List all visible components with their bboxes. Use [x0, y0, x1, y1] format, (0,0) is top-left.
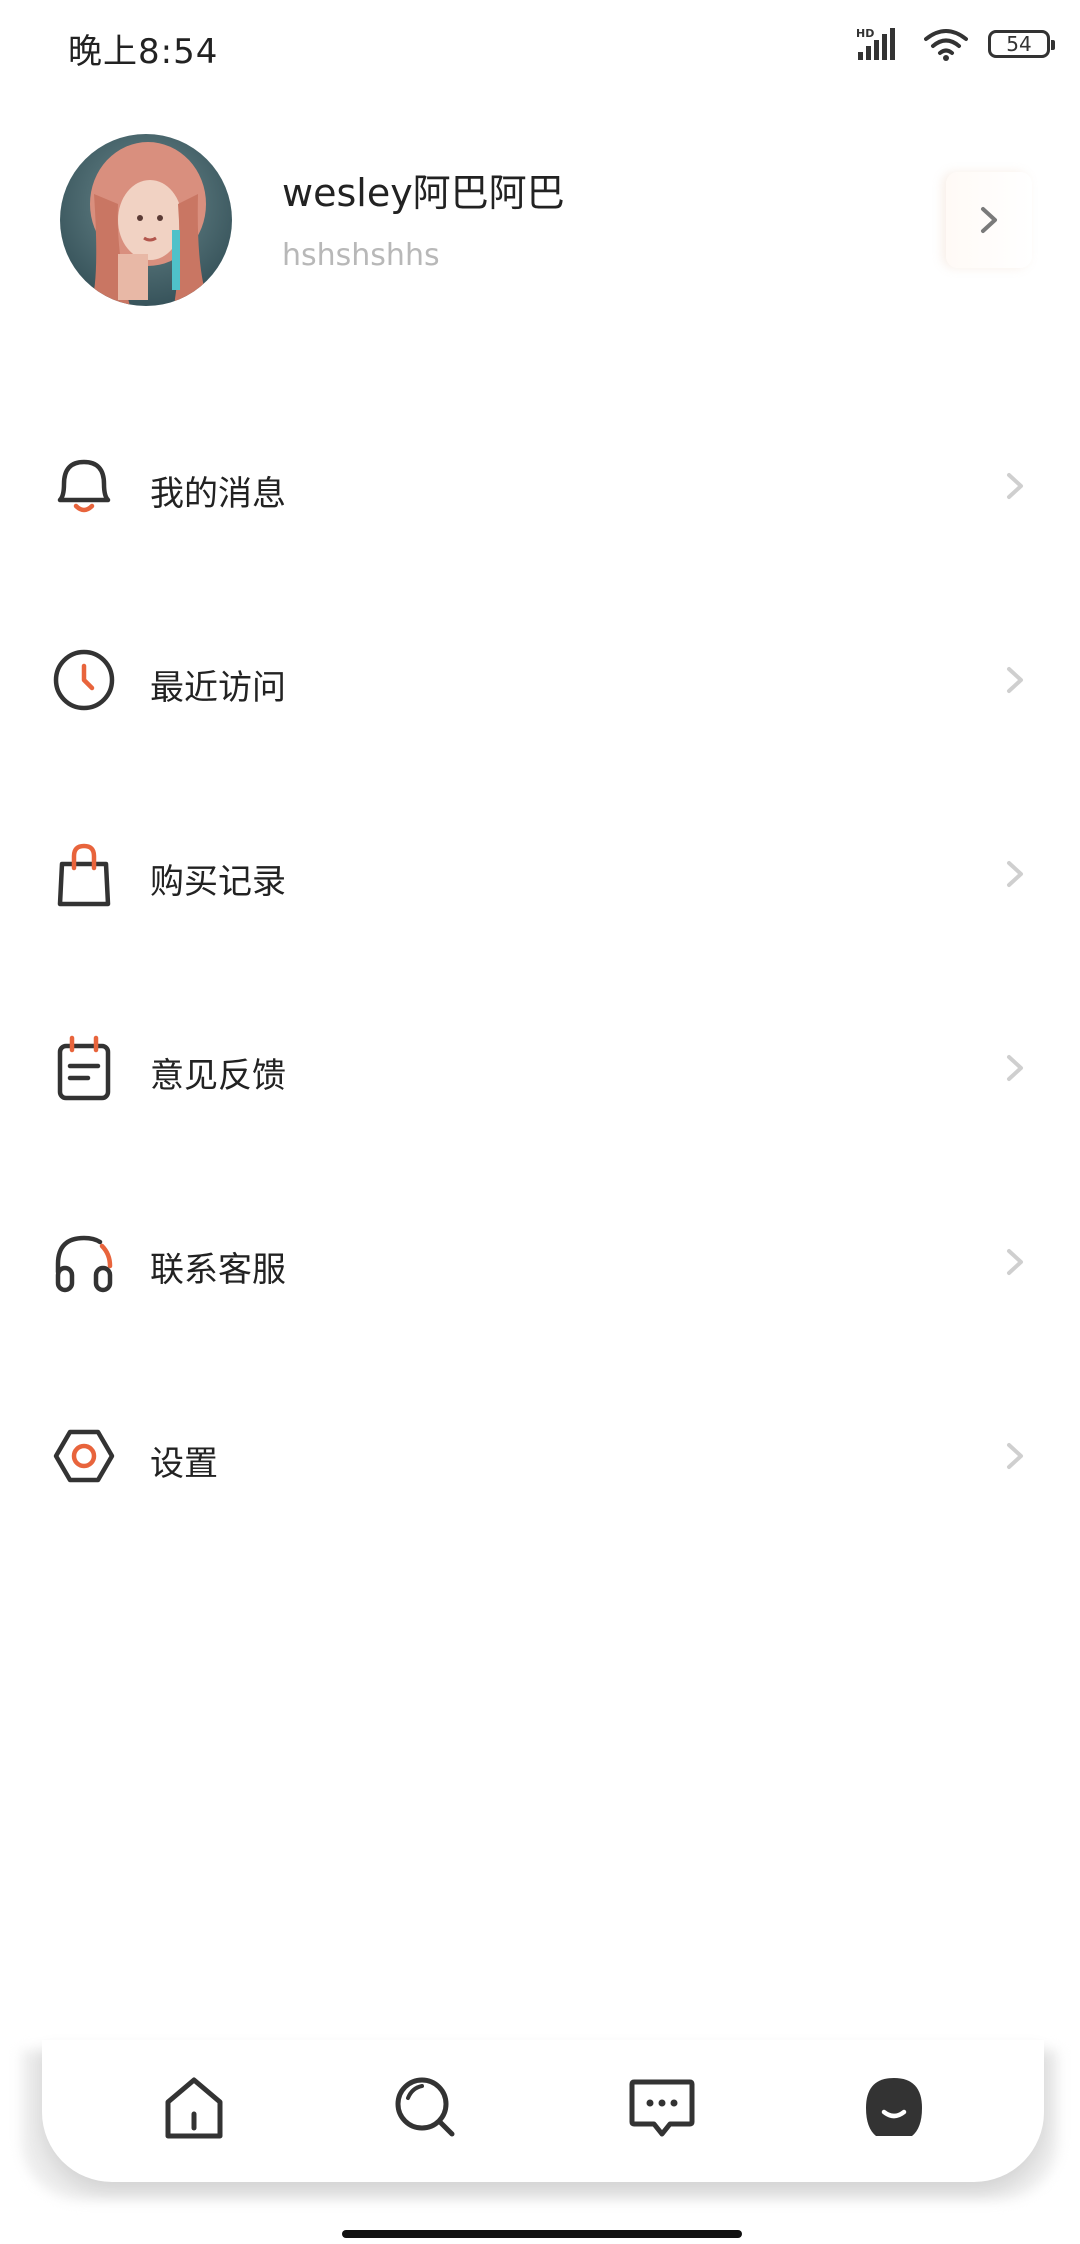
chevron-right-icon [1007, 1249, 1023, 1275]
battery-icon: 54 [988, 30, 1055, 58]
clock-icon [53, 649, 115, 711]
menu-label: 联系客服 [150, 1250, 286, 1290]
bottom-nav [42, 2040, 1044, 2182]
profile-header[interactable]: wesley阿巴阿巴 hshshshhs [0, 130, 1080, 310]
menu-label: 我的消息 [150, 474, 286, 514]
menu-item-feedback[interactable]: 意见反馈 [0, 1004, 1080, 1198]
network-badge: HD [856, 27, 874, 40]
chevron-right-icon [981, 207, 997, 233]
profile-icon[interactable] [854, 2068, 934, 2148]
menu-item-recent[interactable]: 最近访问 [0, 616, 1080, 810]
search-icon[interactable] [386, 2068, 466, 2148]
settings-hexagon-icon [53, 1429, 115, 1483]
home-indicator[interactable] [342, 2230, 742, 2238]
menu-label: 最近访问 [150, 668, 286, 708]
status-icons: HD 54 [856, 24, 1055, 64]
avatar[interactable] [60, 134, 232, 306]
home-icon[interactable] [154, 2068, 234, 2148]
status-time: 晚上8:54 [68, 32, 219, 72]
menu-label: 购买记录 [150, 862, 286, 902]
chevron-right-icon [1007, 667, 1023, 693]
chevron-right-icon [1007, 1055, 1023, 1081]
menu-label: 意见反馈 [150, 1056, 286, 1096]
profile-detail-button[interactable] [946, 172, 1032, 268]
shopping-bag-icon [57, 843, 111, 907]
menu-item-settings[interactable]: 设置 [0, 1392, 1080, 1586]
wifi-icon [924, 29, 968, 61]
bell-icon [57, 459, 111, 513]
signal-icon: HD [856, 27, 895, 60]
chevron-right-icon [1007, 1443, 1023, 1469]
status-bar: 晚上8:54 HD 54 [0, 0, 1080, 90]
profile-name: wesley阿巴阿巴 [282, 171, 565, 215]
chat-icon[interactable] [622, 2068, 702, 2148]
feedback-note-icon [57, 1035, 111, 1101]
headphones-icon [55, 1235, 113, 1293]
chevron-right-icon [1007, 861, 1023, 887]
menu-item-purchases[interactable]: 购买记录 [0, 810, 1080, 1004]
chevron-right-icon [1007, 473, 1023, 499]
profile-subtitle: hshshshhs [282, 238, 440, 273]
menu-label: 设置 [150, 1444, 218, 1484]
menu-item-messages[interactable]: 我的消息 [0, 422, 1080, 616]
menu-item-customer-service[interactable]: 联系客服 [0, 1198, 1080, 1392]
menu-list: 我的消息 最近访问 购买记录 意见反馈 联系客服 设置 [0, 422, 1080, 1586]
battery-level: 54 [1006, 32, 1032, 56]
